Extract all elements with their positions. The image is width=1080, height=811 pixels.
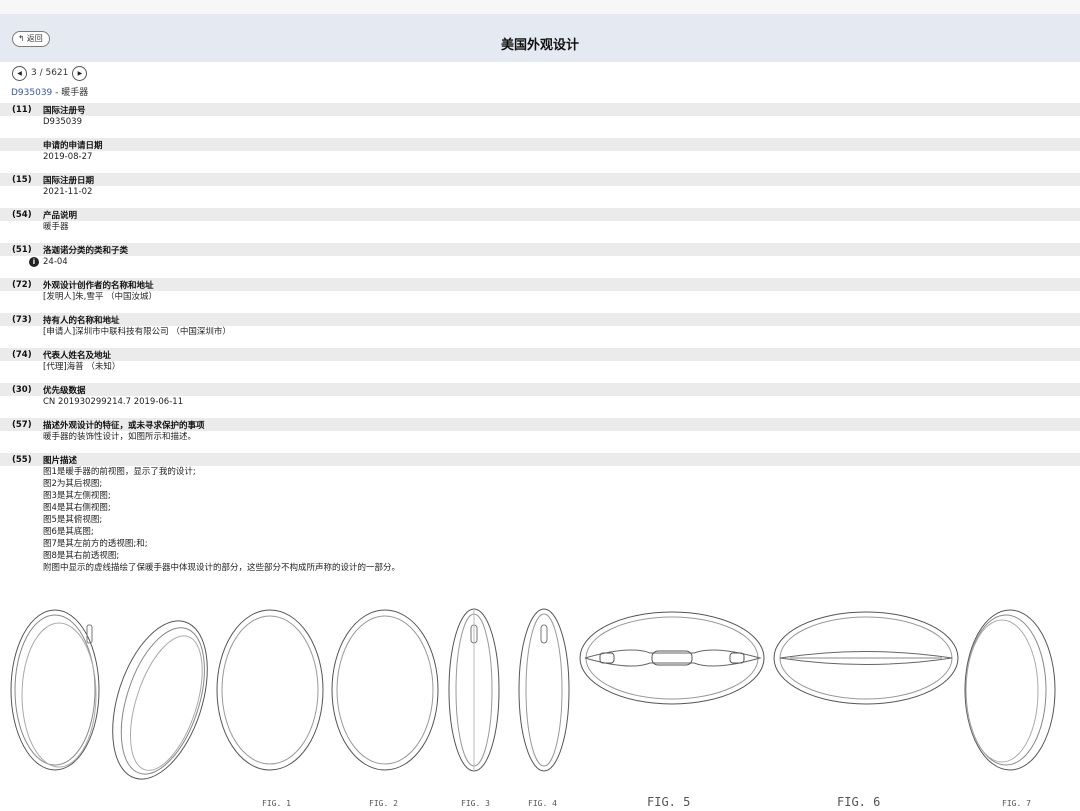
figure-description-line: 附图中显示的虚线描绘了保暖手器中体现设计的部分，这些部分不构成所声称的设计的一部… (43, 563, 401, 573)
field-header: 申请的申请日期 (0, 138, 1080, 151)
figure-description-line: 图2为其后视图; (43, 479, 103, 489)
field-code: (15) (12, 174, 32, 185)
fig3-drawing (331, 609, 439, 771)
fig4-drawing (448, 608, 500, 772)
field-value-row: i 24-04 (0, 256, 1080, 278)
field-value: 24-04 (43, 257, 68, 267)
field-header: (57) 描述外观设计的特征，或未寻求保护的事项 (0, 418, 1080, 431)
field-code: (73) (12, 314, 32, 325)
field-code: (57) (12, 419, 32, 430)
patent-drawings: FIG. 1 FIG. 2 FIG. 3 FIG. 4 FIG. 5 FIG. … (0, 605, 1080, 811)
field-label: 申请的申请日期 (43, 140, 103, 151)
field-value: [发明人]朱,雪平 （中国汝城） (43, 292, 158, 302)
figure-description-line: 图3是其左侧视图; (43, 491, 111, 501)
field-value: [代理]海普 （未知） (43, 362, 121, 372)
document-heading: D935039 - 暖手器 (11, 85, 88, 98)
fig5-label: FIG. 5 (647, 795, 690, 809)
field-code: (11) (12, 104, 32, 115)
fig6-label: FIG. 6 (837, 795, 880, 809)
field-header: (72) 外观设计创作者的名称和地址 (0, 278, 1080, 291)
document-separator: - (52, 88, 62, 98)
figure-description-line: 图4是其右侧视图; (43, 503, 111, 513)
field-value: 暖手器 (43, 222, 69, 232)
fig6-drawing (773, 611, 959, 705)
field-value: D935039 (43, 117, 82, 127)
field-label: 图片描述 (43, 455, 78, 466)
field-code: (72) (12, 279, 32, 290)
drawings-svg: FIG. 1 FIG. 2 FIG. 3 FIG. 4 FIG. 5 FIG. … (10, 608, 1056, 809)
figure-description-line: 图5是其俯视图; (43, 515, 103, 525)
top-strip (0, 0, 1080, 14)
field-header: (15) 国际注册日期 (0, 173, 1080, 186)
field-header: (11) 国际注册号 (0, 103, 1080, 116)
page-header: ↰ 返回 美国外观设计 (0, 14, 1080, 62)
field-list: (11) 国际注册号 D935039 申请的申请日期 2019-08-27 (15… (0, 103, 1080, 574)
next-arrow-icon[interactable]: ▶ (72, 65, 88, 81)
field-label: 洛迦诺分类的类和子类 (43, 245, 129, 256)
field-label: 外观设计创作者的名称和地址 (43, 280, 154, 291)
field-label: 代表人姓名及地址 (43, 350, 112, 361)
field-label: 国际注册号 (43, 105, 86, 116)
field-value: 暖手器的装饰性设计，如图所示和描述。 (43, 432, 197, 442)
field-header: (51) 洛迦诺分类的类和子类 (0, 243, 1080, 256)
field-value: CN 201930299214.7 2019-06-11 (43, 397, 184, 407)
field-value: [申请人]深圳市中联科技有限公司 （中国深圳市） (43, 327, 231, 337)
document-name: 暖手器 (61, 88, 89, 98)
field-header: (55) 图片描述 (0, 453, 1080, 466)
field-label: 描述外观设计的特征，或未寻求保护的事项 (43, 420, 205, 431)
document-number-link[interactable]: D935039 (11, 88, 52, 98)
field-header: (74) 代表人姓名及地址 (0, 348, 1080, 361)
fig7-drawing (964, 609, 1056, 771)
figure-description-line: 图7是其左前方的透视图;和; (43, 539, 148, 549)
info-icon[interactable]: i (29, 257, 39, 267)
figure-description-line: 图6是其底图; (43, 527, 94, 537)
field-header: (73) 持有人的名称和地址 (0, 313, 1080, 326)
field-header: (54) 产品说明 (0, 208, 1080, 221)
fig1-label: FIG. 1 (262, 799, 291, 808)
field-label: 持有人的名称和地址 (43, 315, 120, 326)
fig8-drawing (112, 620, 208, 780)
field-code: (51) (12, 244, 32, 255)
figure-description-line: 图1是暖手器的前视图，显示了我的设计; (43, 467, 196, 477)
field-code: (30) (12, 384, 32, 395)
field-code: (54) (12, 209, 32, 220)
page-title: 美国外观设计 (500, 38, 579, 53)
field-value: 2021-11-02 (43, 187, 93, 197)
figure-description: 图1是暖手器的前视图，显示了我的设计; 图2为其后视图; 图3是其左侧视图; 图… (0, 466, 1080, 574)
field-code: (55) (12, 454, 32, 465)
field-code: (74) (12, 349, 32, 360)
fig5-drawing (579, 611, 765, 705)
prev-arrow-icon[interactable]: ◀ (12, 65, 27, 81)
field-label: 优先级数据 (43, 385, 86, 396)
fig3-label: FIG. 3 (461, 799, 490, 808)
fig4b-drawing (518, 608, 570, 772)
field-label: 国际注册日期 (43, 175, 95, 186)
fig2-label: FIG. 2 (369, 799, 398, 808)
figure-description-line: 图8是其右前透视图; (43, 551, 120, 561)
fig4-label: FIG. 4 (528, 799, 557, 808)
fig1-drawing (10, 609, 100, 771)
pager-count: 3 / 5621 (31, 68, 69, 78)
fig2-drawing (216, 609, 324, 771)
pager: ◀ 3 / 5621 ▶ (12, 65, 88, 81)
field-label: 产品说明 (43, 210, 78, 221)
fig7-label: FIG. 7 (1002, 799, 1031, 808)
field-value: 2019-08-27 (43, 152, 93, 162)
field-header: (30) 优先级数据 (0, 383, 1080, 396)
